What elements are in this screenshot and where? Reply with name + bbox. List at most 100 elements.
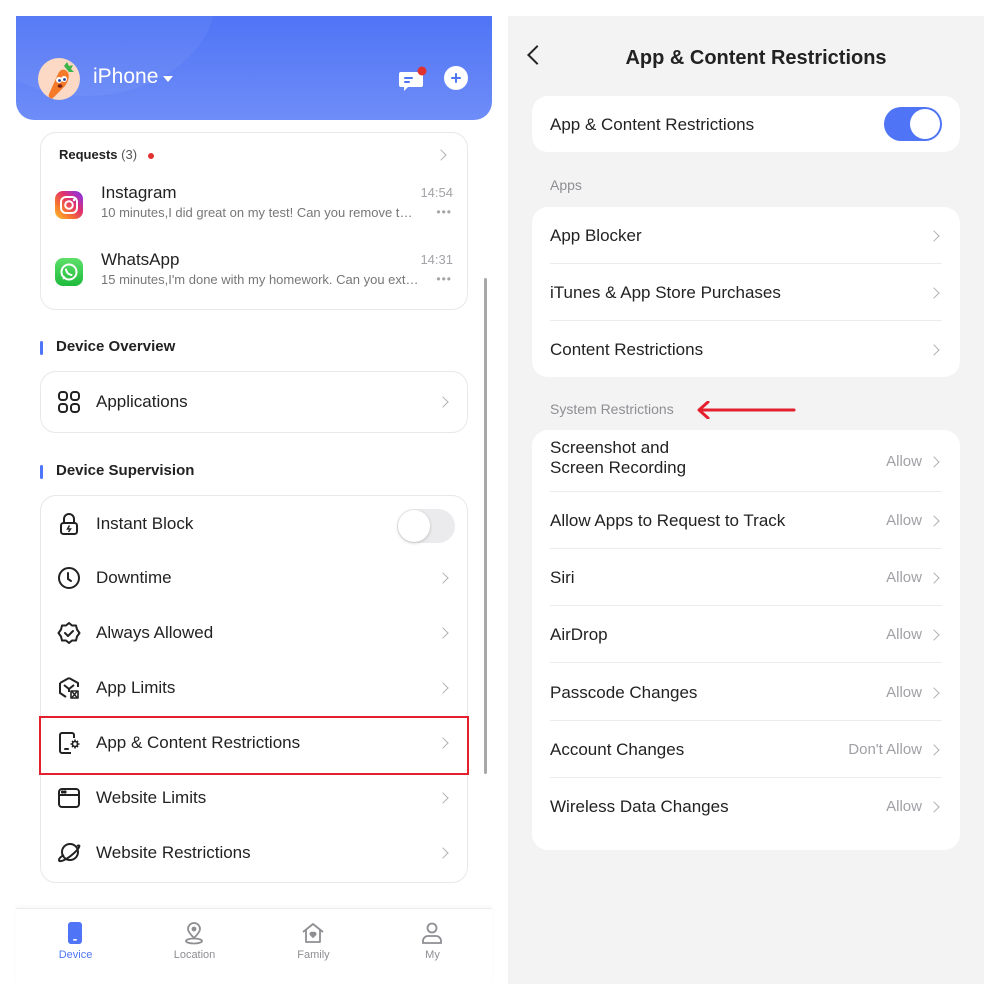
- menu-item-label: Downtime: [96, 568, 172, 587]
- tab-family[interactable]: Family: [254, 909, 373, 979]
- instant-block-toggle[interactable]: [397, 509, 455, 543]
- menu-item-label: AirDrop: [550, 625, 608, 644]
- highlight-box: [39, 716, 469, 775]
- setting-value: Allow: [886, 684, 922, 701]
- device-name[interactable]: iPhone: [93, 65, 158, 89]
- section-system-restrictions: System Restrictions: [550, 401, 674, 417]
- menu-item-wireless-data-changes[interactable]: Wireless Data Changes Allow: [532, 778, 960, 835]
- label-line: Screen Recording: [550, 458, 687, 477]
- carrot-avatar-icon: [48, 62, 74, 99]
- menu-item-label: Website Restrictions: [96, 843, 251, 862]
- menu-item-request-to-track[interactable]: Allow Apps to Request to Track Allow: [532, 492, 960, 549]
- chevron-right-icon: [928, 629, 940, 641]
- unread-dot: [148, 153, 154, 159]
- menu-item-screenshot-recording[interactable]: Screenshot and Screen Recording Allow: [532, 430, 960, 492]
- section-device-supervision: Device Supervision: [40, 462, 194, 479]
- menu-item-label: App Blocker: [550, 226, 642, 245]
- message-icon[interactable]: [399, 66, 427, 92]
- add-icon[interactable]: [444, 66, 468, 90]
- menu-item-label: Always Allowed: [96, 623, 214, 642]
- chevron-right-icon: [928, 801, 940, 813]
- location-pin-icon: [182, 921, 206, 945]
- menu-item-label: iTunes & App Store Purchases: [550, 283, 781, 302]
- menu-item-account-changes[interactable]: Account Changes Don't Allow: [532, 721, 960, 778]
- chevron-right-icon: [928, 687, 940, 699]
- system-restrictions-card: Screenshot and Screen Recording Allow Al…: [532, 430, 960, 850]
- menu-item-passcode-changes[interactable]: Passcode Changes Allow: [532, 664, 960, 721]
- section-device-overview: Device Overview: [40, 338, 175, 355]
- avatar[interactable]: [38, 58, 80, 100]
- chevron-right-icon: [437, 847, 449, 859]
- annotation-arrow-icon: [697, 401, 796, 419]
- setting-value: Allow: [886, 798, 922, 815]
- whatsapp-icon: [55, 258, 83, 286]
- device-screen: iPhone Requests (3) Instagram 14:54 10 m…: [16, 16, 492, 984]
- chevron-right-icon: [928, 744, 940, 756]
- menu-item-airdrop[interactable]: AirDrop Allow: [532, 606, 960, 663]
- chevron-right-icon: [437, 682, 449, 694]
- restrictions-screen: App & Content Restrictions App & Content…: [508, 16, 984, 984]
- chevron-right-icon: [437, 627, 449, 639]
- request-message: 10 minutes,I did great on my test! Can y…: [101, 205, 419, 220]
- chevron-right-icon: [928, 287, 940, 299]
- menu-item-label: Account Changes: [550, 740, 685, 759]
- menu-item-label: Screenshot and Screen Recording: [550, 438, 686, 478]
- requests-card[interactable]: Requests (3) Instagram 14:54 10 minutes,…: [40, 132, 468, 310]
- label-line: Screenshot and: [550, 438, 670, 457]
- instagram-icon: [55, 191, 83, 219]
- master-toggle-row: App & Content Restrictions: [532, 96, 960, 153]
- tab-location[interactable]: Location: [135, 909, 254, 979]
- request-item[interactable]: Instagram 14:54 10 minutes,I did great o…: [41, 183, 469, 233]
- chevron-right-icon: [928, 572, 940, 584]
- tab-my[interactable]: My: [373, 909, 492, 979]
- menu-item-downtime[interactable]: Downtime: [41, 551, 469, 606]
- lock-icon: [57, 512, 81, 536]
- setting-value: Allow: [886, 626, 922, 643]
- more-icon[interactable]: •••: [436, 205, 452, 219]
- supervision-card: Instant Block Downtime Always Allowed Ap…: [40, 495, 468, 883]
- chevron-right-icon: [437, 792, 449, 804]
- page-title: App & Content Restrictions: [625, 47, 887, 69]
- menu-item-label: Content Restrictions: [550, 340, 704, 359]
- app-limits-icon: [57, 676, 81, 700]
- more-icon[interactable]: •••: [436, 272, 452, 286]
- menu-item-label: Passcode Changes: [550, 683, 698, 702]
- apps-card: App Blocker iTunes & App Store Purchases…: [532, 207, 960, 377]
- check-badge-icon: [57, 621, 81, 645]
- setting-value: Don't Allow: [848, 741, 922, 758]
- menu-item-content-restrictions[interactable]: Content Restrictions: [532, 321, 960, 378]
- menu-item-website-restrictions[interactable]: Website Restrictions: [41, 826, 469, 881]
- chevron-right-icon: [928, 515, 940, 527]
- notification-badge: [417, 66, 427, 76]
- section-apps: Apps: [550, 177, 582, 193]
- menu-item-always-allowed[interactable]: Always Allowed: [41, 606, 469, 661]
- tab-device[interactable]: Device: [16, 909, 135, 979]
- chevron-down-icon[interactable]: [163, 76, 173, 82]
- tab-label: Device: [58, 949, 93, 961]
- header: iPhone: [16, 16, 492, 120]
- menu-item-applications[interactable]: Applications: [41, 375, 469, 430]
- grid-icon: [57, 390, 81, 414]
- setting-value: Allow: [886, 512, 922, 529]
- menu-item-label: Wireless Data Changes: [550, 797, 729, 816]
- menu-item-label: Allow Apps to Request to Track: [550, 511, 786, 530]
- request-time: 14:31: [420, 252, 453, 267]
- applications-card: Applications: [40, 371, 468, 433]
- menu-item-app-blocker[interactable]: App Blocker: [532, 207, 960, 264]
- menu-item-itunes-purchases[interactable]: iTunes & App Store Purchases: [532, 264, 960, 321]
- menu-item-app-limits[interactable]: App Limits: [41, 661, 469, 716]
- chevron-right-icon: [928, 230, 940, 242]
- tab-label: Location: [173, 949, 216, 961]
- clock-icon: [57, 566, 81, 590]
- request-time: 14:54: [420, 185, 453, 200]
- menu-item-website-limits[interactable]: Website Limits: [41, 771, 469, 826]
- chevron-right-icon[interactable]: [435, 149, 447, 161]
- restrictions-toggle[interactable]: [884, 107, 942, 141]
- requests-label: Requests: [59, 147, 118, 162]
- menu-item-label: App Limits: [96, 678, 176, 697]
- scrollbar[interactable]: [484, 278, 487, 774]
- home-heart-icon: [301, 921, 325, 945]
- menu-item-siri[interactable]: Siri Allow: [532, 549, 960, 606]
- request-item[interactable]: WhatsApp 14:31 15 minutes,I'm done with …: [41, 250, 469, 300]
- menu-item-label: Siri: [550, 568, 575, 587]
